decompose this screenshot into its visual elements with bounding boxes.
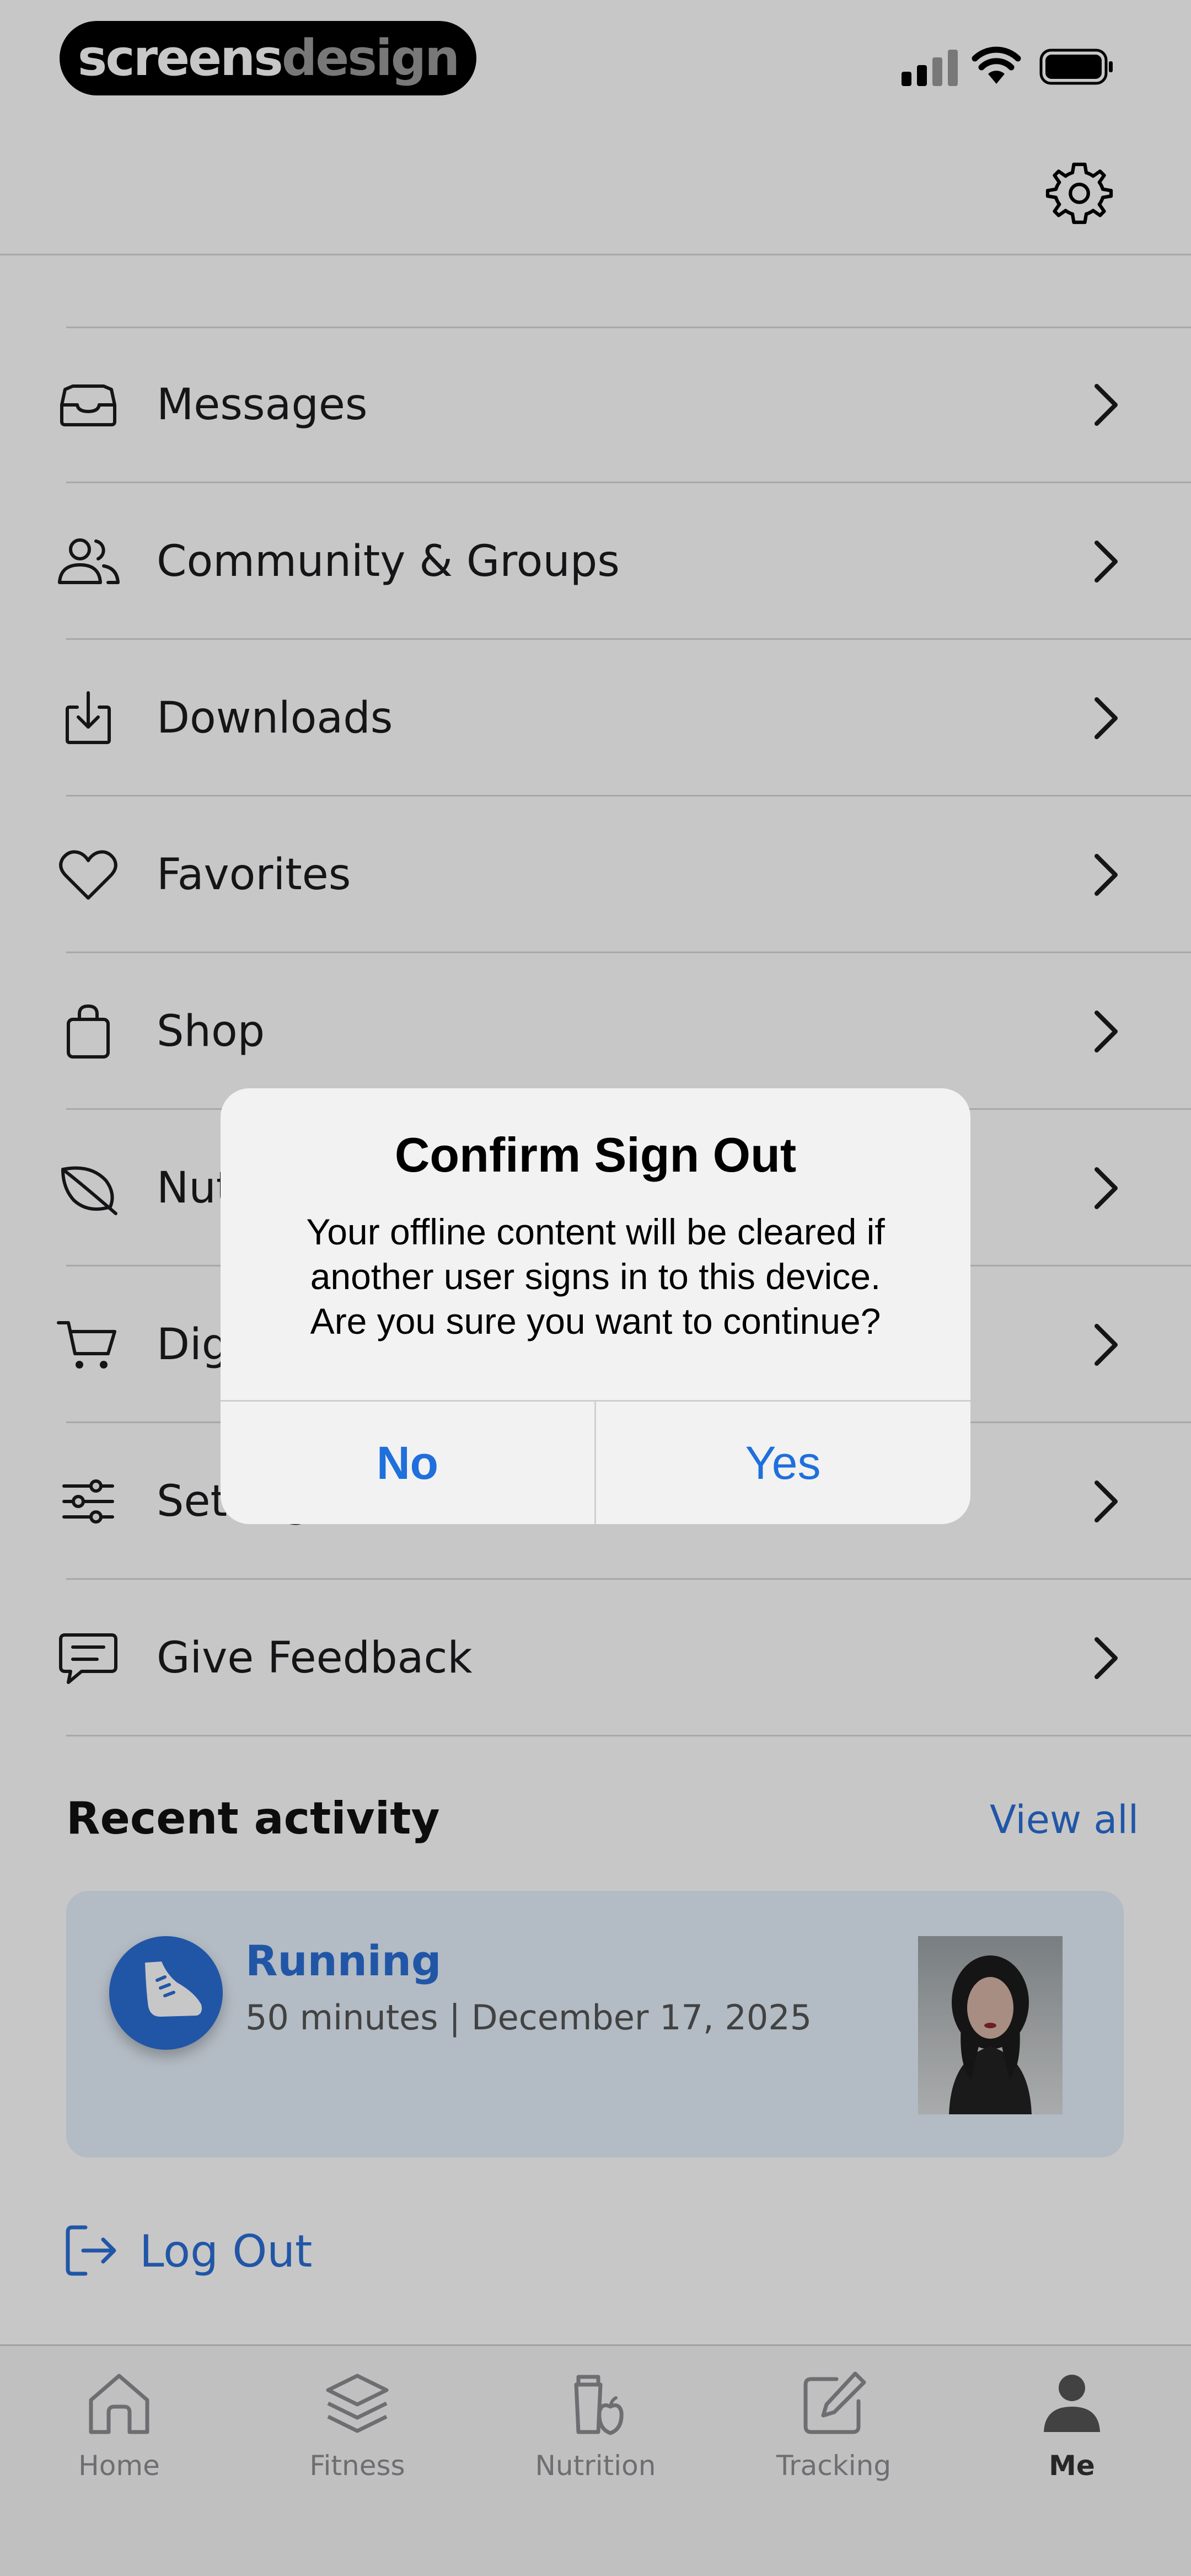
dialog-message-line: Are you sure you want to continue? [310,1301,881,1342]
dialog-title: Confirm Sign Out [394,1127,797,1182]
yes-button[interactable]: Yes [596,1402,970,1524]
no-button[interactable]: No [221,1402,594,1524]
confirm-sign-out-dialog: Confirm Sign Out Your offline content wi… [221,1088,970,1524]
dialog-message-line: Your offline content will be cleared if [306,1211,885,1252]
dialog-message-line: another user signs in to this device. [310,1256,881,1297]
app-screen: screens design Messages Community & Grou… [0,0,1191,2576]
dialog-message: Your offline content will be cleared if … [265,1210,926,1344]
